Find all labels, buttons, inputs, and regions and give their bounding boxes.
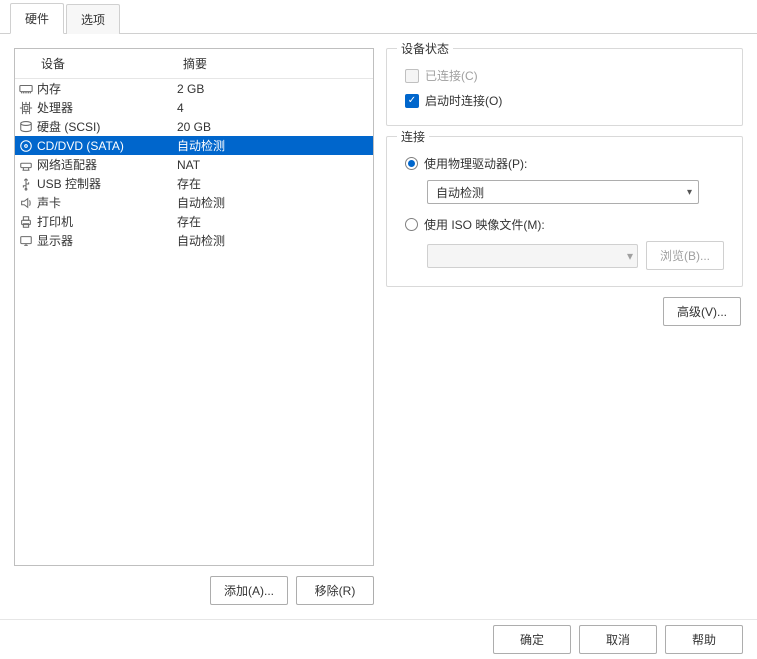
device-name: 内存 bbox=[35, 80, 175, 97]
advanced-row: 高级(V)... bbox=[386, 297, 743, 326]
physical-drive-value: 自动检测 bbox=[436, 184, 484, 201]
table-row[interactable]: 内存2 GB bbox=[15, 79, 373, 98]
chevron-down-icon: ▾ bbox=[627, 249, 633, 263]
connected-label: 已连接(C) bbox=[425, 67, 478, 84]
physical-drive-select[interactable]: 自动检测 ▾ bbox=[427, 180, 699, 204]
vm-settings-window: 硬件 选项 设备 摘要 内存2 GB处理器4硬盘 (SCSI)20 GBCD/D… bbox=[0, 0, 757, 659]
connect-poweron-row[interactable]: ✓ 启动时连接(O) bbox=[399, 88, 730, 113]
device-summary: 存在 bbox=[175, 213, 371, 230]
disc-icon bbox=[17, 139, 35, 153]
device-name: 打印机 bbox=[35, 213, 175, 230]
table-row[interactable]: 打印机存在 bbox=[15, 212, 373, 231]
device-status-group: 设备状态 已连接(C) ✓ 启动时连接(O) bbox=[386, 48, 743, 126]
network-icon bbox=[17, 158, 35, 172]
tab-options[interactable]: 选项 bbox=[66, 4, 120, 34]
iso-path-input: ▾ bbox=[427, 244, 638, 268]
connected-row[interactable]: 已连接(C) bbox=[399, 63, 730, 88]
right-panel: 设备状态 已连接(C) ✓ 启动时连接(O) 连接 使用物理驱动器(P): bbox=[386, 48, 743, 605]
device-summary: NAT bbox=[175, 158, 371, 172]
device-summary: 4 bbox=[175, 101, 371, 115]
device-name: CD/DVD (SATA) bbox=[35, 139, 175, 153]
usb-icon bbox=[17, 177, 35, 191]
device-summary: 20 GB bbox=[175, 120, 371, 134]
left-button-bar: 添加(A)... 移除(R) bbox=[14, 576, 374, 605]
device-summary: 自动检测 bbox=[175, 137, 371, 154]
table-header: 设备 摘要 bbox=[15, 49, 373, 79]
use-iso-label: 使用 ISO 映像文件(M): bbox=[424, 216, 545, 233]
device-name: 网络适配器 bbox=[35, 156, 175, 173]
add-button[interactable]: 添加(A)... bbox=[210, 576, 288, 605]
table-row[interactable]: 声卡自动检测 bbox=[15, 193, 373, 212]
table-row[interactable]: 硬盘 (SCSI)20 GB bbox=[15, 117, 373, 136]
use-iso-row[interactable]: 使用 ISO 映像文件(M): bbox=[399, 212, 730, 237]
table-row[interactable]: CD/DVD (SATA)自动检测 bbox=[15, 136, 373, 155]
device-name: 显示器 bbox=[35, 232, 175, 249]
connection-title: 连接 bbox=[397, 128, 429, 145]
device-table: 设备 摘要 内存2 GB处理器4硬盘 (SCSI)20 GBCD/DVD (SA… bbox=[14, 48, 374, 566]
use-iso-radio[interactable] bbox=[405, 218, 418, 231]
advanced-button[interactable]: 高级(V)... bbox=[663, 297, 741, 326]
iso-row: ▾ 浏览(B)... bbox=[427, 241, 724, 270]
device-name: 声卡 bbox=[35, 194, 175, 211]
memory-icon bbox=[17, 82, 35, 96]
remove-button[interactable]: 移除(R) bbox=[296, 576, 374, 605]
connection-group: 连接 使用物理驱动器(P): 自动检测 ▾ 使用 ISO 映像文件(M): ▾ bbox=[386, 136, 743, 287]
connect-poweron-label: 启动时连接(O) bbox=[425, 92, 502, 109]
col-header-summary[interactable]: 摘要 bbox=[175, 49, 373, 78]
device-name: USB 控制器 bbox=[35, 175, 175, 192]
sound-icon bbox=[17, 196, 35, 210]
content-area: 设备 摘要 内存2 GB处理器4硬盘 (SCSI)20 GBCD/DVD (SA… bbox=[0, 34, 757, 619]
device-status-title: 设备状态 bbox=[397, 40, 453, 57]
device-summary: 存在 bbox=[175, 175, 371, 192]
tab-strip: 硬件 选项 bbox=[0, 0, 757, 34]
cancel-button[interactable]: 取消 bbox=[579, 625, 657, 654]
device-name: 处理器 bbox=[35, 99, 175, 116]
bottom-button-bar: 确定 取消 帮助 bbox=[0, 619, 757, 659]
help-button[interactable]: 帮助 bbox=[665, 625, 743, 654]
device-summary: 2 GB bbox=[175, 82, 371, 96]
browse-button[interactable]: 浏览(B)... bbox=[646, 241, 724, 270]
col-header-device[interactable]: 设备 bbox=[15, 49, 175, 78]
display-icon bbox=[17, 234, 35, 248]
tab-hardware[interactable]: 硬件 bbox=[10, 3, 64, 34]
connect-poweron-checkbox[interactable]: ✓ bbox=[405, 94, 419, 108]
table-row[interactable]: 显示器自动检测 bbox=[15, 231, 373, 250]
device-summary: 自动检测 bbox=[175, 194, 371, 211]
ok-button[interactable]: 确定 bbox=[493, 625, 571, 654]
connected-checkbox[interactable] bbox=[405, 69, 419, 83]
use-physical-radio[interactable] bbox=[405, 157, 418, 170]
printer-icon bbox=[17, 215, 35, 229]
use-physical-label: 使用物理驱动器(P): bbox=[424, 155, 527, 172]
cpu-icon bbox=[17, 101, 35, 115]
device-name: 硬盘 (SCSI) bbox=[35, 118, 175, 135]
table-body: 内存2 GB处理器4硬盘 (SCSI)20 GBCD/DVD (SATA)自动检… bbox=[15, 79, 373, 250]
use-physical-row[interactable]: 使用物理驱动器(P): bbox=[399, 151, 730, 176]
disk-icon bbox=[17, 120, 35, 134]
left-panel: 设备 摘要 内存2 GB处理器4硬盘 (SCSI)20 GBCD/DVD (SA… bbox=[14, 48, 374, 605]
table-row[interactable]: 处理器4 bbox=[15, 98, 373, 117]
table-row[interactable]: USB 控制器存在 bbox=[15, 174, 373, 193]
chevron-down-icon: ▾ bbox=[687, 187, 692, 198]
table-row[interactable]: 网络适配器NAT bbox=[15, 155, 373, 174]
device-summary: 自动检测 bbox=[175, 232, 371, 249]
